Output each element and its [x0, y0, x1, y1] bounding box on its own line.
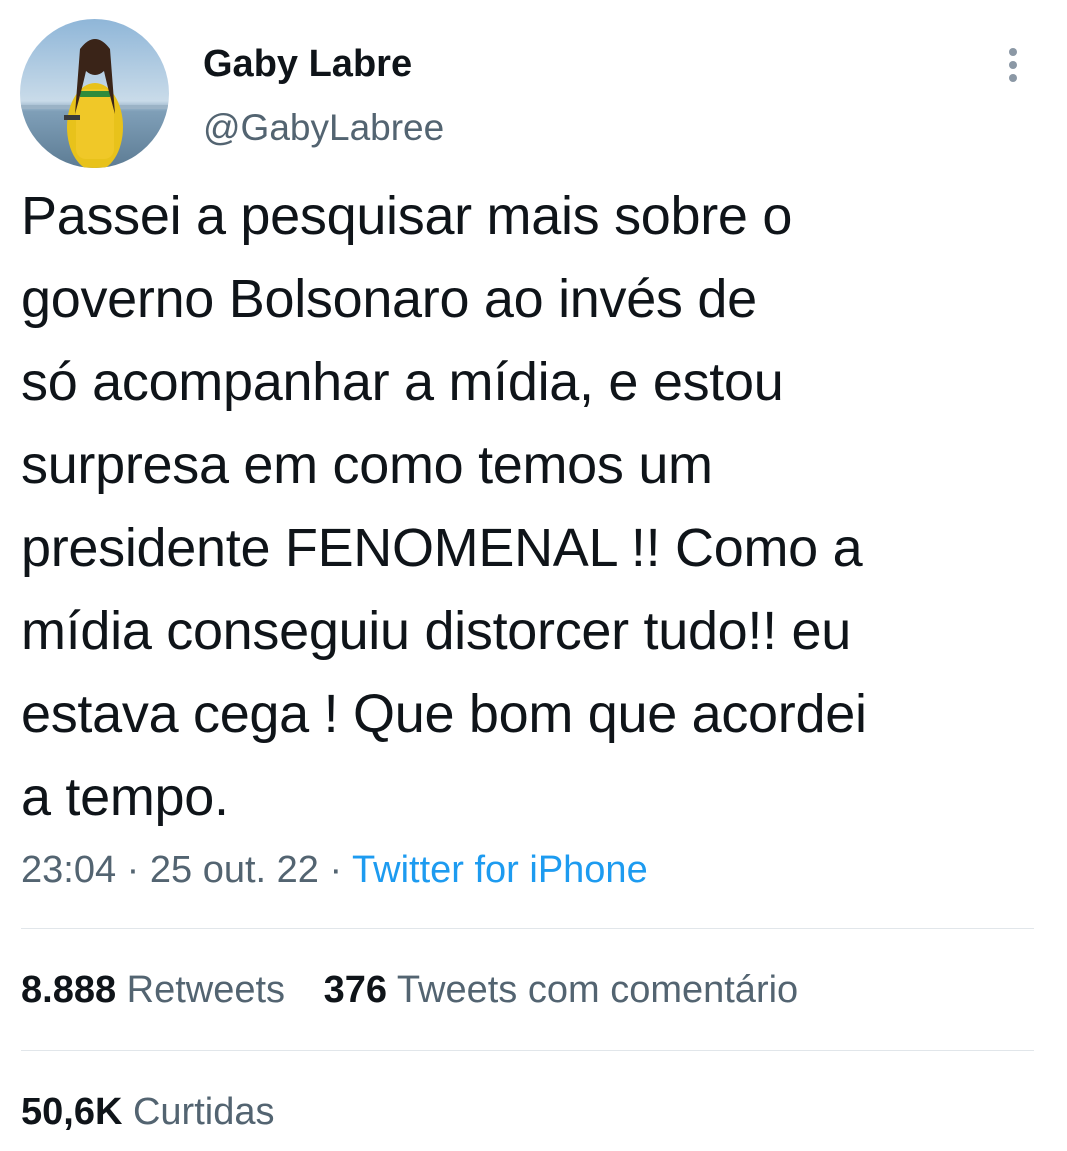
tweet-time[interactable]: 23:04 [21, 849, 116, 891]
meta-separator: · [126, 849, 140, 891]
likes-stat[interactable]: 50,6K Curtidas [21, 1090, 274, 1134]
avatar-photo [20, 19, 169, 168]
author-display-name[interactable]: Gaby Labre [203, 42, 412, 86]
tweet-source-link[interactable]: Twitter for iPhone [352, 849, 648, 891]
author-handle[interactable]: @GabyLabree [203, 106, 444, 150]
retweets-stat[interactable]: 8.888 Retweets [21, 968, 285, 1012]
more-options-button[interactable] [996, 40, 1030, 90]
stats-row-likes: 50,6K Curtidas [21, 1090, 274, 1134]
avatar[interactable] [20, 19, 169, 168]
likes-count: 50,6K [21, 1091, 123, 1133]
tweet-metadata: 23:04 · 25 out. 22 · Twitter for iPhone [21, 848, 648, 892]
more-vertical-icon-dot [1009, 74, 1017, 82]
more-vertical-icon-dot [1009, 61, 1017, 69]
stats-row-retweets: 8.888 Retweets 376 Tweets com comentário [21, 968, 798, 1012]
tweet-date[interactable]: 25 out. 22 [150, 849, 319, 891]
tweet-text: Passei a pesquisar mais sobre o governo … [21, 186, 867, 827]
quote-tweets-label: Tweets com comentário [396, 969, 799, 1011]
quote-tweets-count: 376 [323, 969, 388, 1011]
retweets-label: Retweets [126, 969, 286, 1011]
quote-tweets-stat[interactable]: 376 Tweets com comentário [324, 968, 799, 1012]
retweets-count: 8.888 [21, 969, 117, 1011]
more-vertical-icon [1009, 48, 1017, 56]
divider [21, 928, 1034, 929]
tweet-detail: Gaby Labre @GabyLabree Passei a pesquisa… [0, 0, 1067, 1151]
meta-separator: · [329, 849, 343, 891]
likes-label: Curtidas [132, 1091, 275, 1133]
divider [21, 1050, 1034, 1051]
